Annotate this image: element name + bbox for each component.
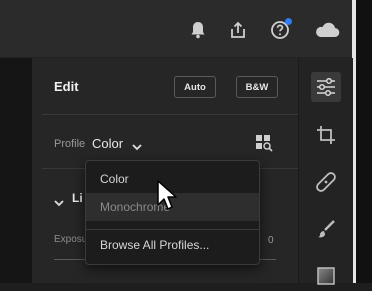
chevron-down-icon[interactable] xyxy=(132,138,142,156)
gradient-icon[interactable] xyxy=(311,261,341,291)
mouse-cursor-icon xyxy=(156,180,178,219)
panel-title: Edit xyxy=(54,79,79,94)
bw-button[interactable]: B&W xyxy=(236,76,278,98)
photo-canvas xyxy=(0,58,32,283)
profile-label: Profile xyxy=(54,138,86,150)
help-icon[interactable] xyxy=(270,18,292,40)
menu-divider xyxy=(86,229,259,230)
profile-select[interactable]: Color xyxy=(92,136,123,151)
share-icon[interactable] xyxy=(228,20,248,40)
light-section-title[interactable]: Li xyxy=(72,191,83,205)
bell-icon[interactable] xyxy=(188,20,208,40)
auto-button[interactable]: Auto xyxy=(174,76,216,98)
chevron-down-icon[interactable] xyxy=(54,194,64,212)
tool-strip xyxy=(298,58,353,285)
top-bar xyxy=(0,0,352,58)
healing-icon[interactable] xyxy=(311,167,341,197)
brush-icon[interactable] xyxy=(311,214,341,244)
menu-item-browse-all-profiles[interactable]: Browse All Profiles... xyxy=(86,231,259,259)
cloud-icon[interactable] xyxy=(314,20,340,40)
crop-icon[interactable] xyxy=(311,120,341,150)
edit-sliders-icon[interactable] xyxy=(311,72,341,102)
divider xyxy=(42,114,298,115)
notification-dot xyxy=(285,18,292,25)
exposure-value[interactable]: 0 xyxy=(268,235,274,246)
window-edge xyxy=(352,0,372,283)
profile-browser-icon[interactable] xyxy=(254,133,274,153)
exposure-label: Exposu xyxy=(54,234,88,245)
